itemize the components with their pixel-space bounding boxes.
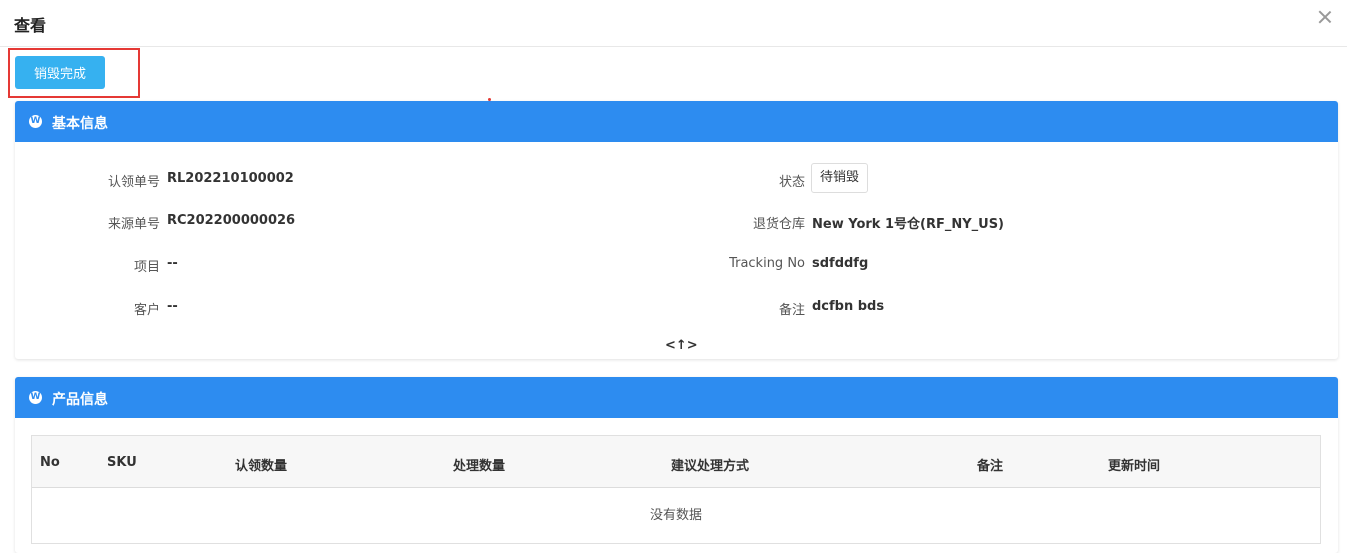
status-badge: 待销毁 (811, 163, 869, 193)
collapse-toggle-icon[interactable]: <↑> (665, 338, 698, 353)
column-header-remark[interactable]: 备注 (977, 455, 1003, 474)
tracking-no-value: sdfddfg (812, 256, 869, 271)
customer-value: -- (167, 299, 178, 314)
return-warehouse-label: 退货仓库 (752, 217, 805, 232)
product-table: No SKU 认领数量 处理数量 建议处理方式 备注 更新时间 没有数据 (31, 435, 1321, 544)
basic-info-header: W 基本信息 (15, 101, 1338, 142)
modal-header: 查看 (0, 0, 1347, 47)
basic-info-panel: W 基本信息 认领单号 RL202210100002 来源单号 RC202200… (15, 101, 1338, 359)
product-info-header: W 产品信息 (15, 377, 1338, 418)
table-header: No SKU 认领数量 处理数量 建议处理方式 备注 更新时间 (32, 436, 1320, 488)
basic-info-title: 基本信息 (52, 116, 108, 132)
column-header-claim-qty[interactable]: 认领数量 (235, 455, 287, 474)
customer-label: 客户 (133, 303, 160, 318)
close-icon[interactable] (1317, 9, 1333, 25)
empty-state-text: 没有数据 (649, 508, 702, 523)
return-warehouse-value: New York 1号仓(RF_NY_US) (812, 217, 1004, 232)
modal-title: 查看 (14, 16, 47, 35)
remark-label: 备注 (778, 303, 805, 318)
column-header-sku[interactable]: SKU (107, 455, 137, 470)
column-header-no[interactable]: No (40, 455, 60, 470)
source-no-label: 来源单号 (107, 217, 160, 232)
status-label: 状态 (778, 175, 805, 190)
project-label: 项目 (133, 260, 160, 275)
tracking-no-label: Tracking No (729, 256, 805, 271)
wordpress-icon: W (29, 391, 42, 404)
claim-no-value: RL202210100002 (167, 171, 294, 186)
product-info-panel: W 产品信息 No SKU 认领数量 处理数量 建议处理方式 备注 更新时间 没… (15, 377, 1338, 553)
wordpress-icon: W (29, 115, 42, 128)
project-value: -- (167, 256, 178, 271)
source-no-value: RC202200000026 (167, 213, 296, 228)
claim-no-label: 认领单号 (107, 175, 160, 190)
column-header-processed-qty[interactable]: 处理数量 (453, 455, 505, 474)
column-header-suggested-method[interactable]: 建议处理方式 (671, 455, 749, 474)
column-header-updated-time[interactable]: 更新时间 (1108, 455, 1160, 474)
remark-value: dcfbn bds (812, 299, 885, 314)
destroy-complete-button[interactable]: 销毁完成 (15, 56, 105, 89)
product-info-title: 产品信息 (52, 392, 108, 408)
